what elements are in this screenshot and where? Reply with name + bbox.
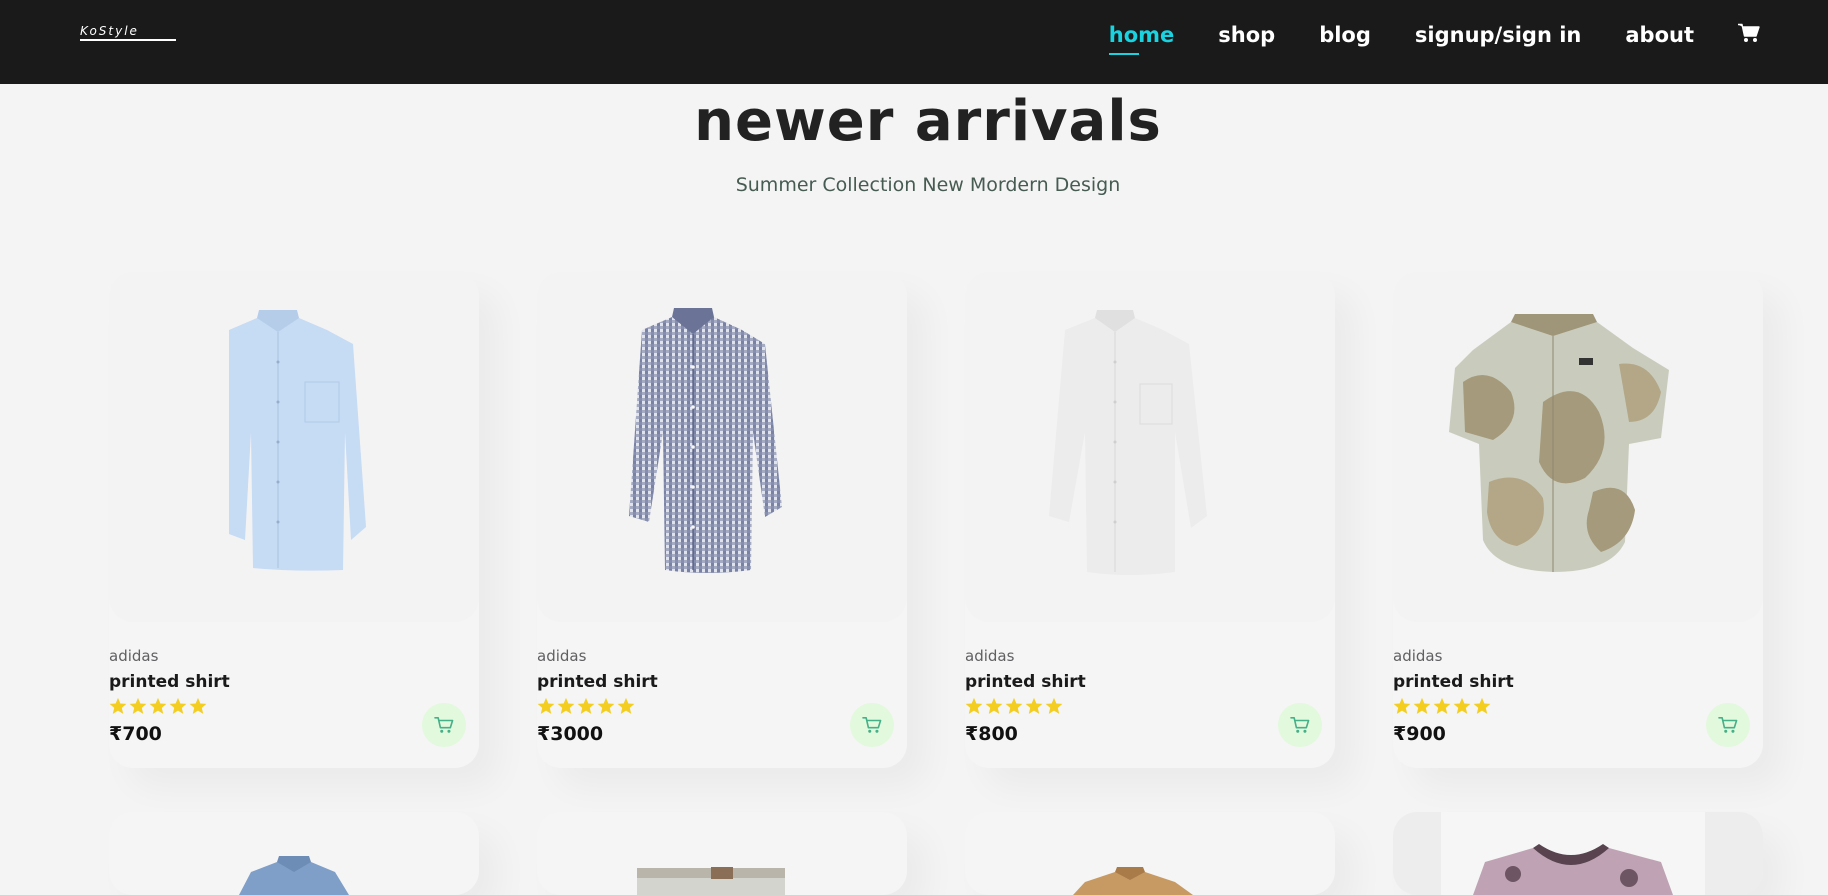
star-icon	[129, 697, 147, 714]
floral-blouse-image	[1393, 812, 1763, 895]
product-brand: adidas	[537, 647, 587, 665]
product-card[interactable]: adidas printed shirt ₹3000	[537, 272, 907, 768]
add-to-cart-button[interactable]	[1706, 703, 1750, 747]
cart-icon	[1718, 716, 1738, 733]
rating-stars	[109, 697, 209, 715]
product-price: ₹900	[1393, 723, 1446, 745]
nav-link-blog[interactable]: blog	[1319, 23, 1371, 47]
navbar: KoStyle home shop blog signup/sign in ab…	[0, 0, 1828, 84]
logo-text: KoStyle	[80, 24, 139, 38]
product-card-partial[interactable]	[965, 812, 1335, 895]
product-card[interactable]: adidas printed shirt ₹800	[965, 272, 1335, 768]
product-card[interactable]: adidas printed shirt ₹900	[1393, 272, 1763, 768]
shopping-cart-icon	[1738, 23, 1760, 42]
product-card-partial[interactable]	[1393, 812, 1763, 895]
nav-menu: home shop blog signup/sign in about	[1109, 0, 1828, 70]
star-icon	[1393, 697, 1411, 714]
product-card[interactable]: adidas printed shirt ₹700	[109, 272, 479, 768]
printed-short-sleeve-shirt-image	[1449, 314, 1669, 572]
add-to-cart-button[interactable]	[1278, 703, 1322, 747]
star-icon	[537, 697, 555, 714]
nav-item-blog: blog	[1319, 23, 1371, 47]
product-name: printed shirt	[537, 672, 658, 692]
add-to-cart-button[interactable]	[422, 703, 466, 747]
star-icon	[1433, 697, 1451, 714]
star-icon	[1025, 697, 1043, 714]
nav-item-shop: shop	[1218, 23, 1275, 47]
star-icon	[617, 697, 635, 714]
star-icon	[1453, 697, 1471, 714]
product-name: printed shirt	[965, 672, 1086, 692]
nav-link-shop[interactable]: shop	[1218, 23, 1275, 47]
rating-stars	[1393, 697, 1493, 715]
product-name: printed shirt	[1393, 672, 1514, 692]
product-name: printed shirt	[109, 672, 230, 692]
denim-shirt-image	[239, 856, 349, 895]
star-icon	[1045, 697, 1063, 714]
cart-icon	[434, 716, 454, 733]
star-icon	[1473, 697, 1491, 714]
product-brand: adidas	[1393, 647, 1443, 665]
light-blue-shirt-image	[229, 310, 366, 571]
star-icon	[189, 697, 207, 714]
logo-underline	[80, 39, 176, 41]
add-to-cart-button[interactable]	[850, 703, 894, 747]
product-brand: adidas	[109, 647, 159, 665]
tan-shirt-image	[1073, 867, 1193, 895]
star-icon	[985, 697, 1003, 714]
nav-item-signup: signup/sign in	[1415, 23, 1581, 47]
product-brand: adidas	[965, 647, 1015, 665]
product-card-partial[interactable]	[537, 812, 907, 895]
nav-link-signup-sign-in[interactable]: signup/sign in	[1415, 23, 1581, 47]
star-icon	[109, 697, 127, 714]
site-logo[interactable]: KoStyle	[80, 24, 176, 41]
cart-icon	[862, 716, 882, 733]
product-image[interactable]	[1393, 272, 1763, 622]
product-image[interactable]	[965, 272, 1335, 622]
nav-item-about: about	[1625, 23, 1694, 47]
cart-link[interactable]	[1738, 23, 1760, 43]
star-icon	[149, 697, 167, 714]
nav-link-home[interactable]: home	[1109, 23, 1175, 47]
product-image[interactable]	[109, 272, 479, 622]
rating-stars	[537, 697, 637, 715]
rating-stars	[965, 697, 1065, 715]
product-card-partial[interactable]	[109, 812, 479, 895]
section-title: newer arrivals	[694, 89, 1162, 154]
star-icon	[557, 697, 575, 714]
white-shirt-image	[1049, 310, 1207, 575]
star-icon	[577, 697, 595, 714]
product-price: ₹700	[109, 723, 162, 745]
product-image[interactable]	[537, 272, 907, 622]
star-icon	[965, 697, 983, 714]
star-icon	[1413, 697, 1431, 714]
cart-icon	[1290, 716, 1310, 733]
trousers-with-belt-image	[637, 867, 785, 895]
nav-link-about[interactable]: about	[1625, 23, 1694, 47]
product-price: ₹3000	[537, 723, 604, 745]
section-subtitle: Summer Collection New Mordern Design	[735, 174, 1121, 196]
nav-item-cart	[1738, 23, 1760, 47]
product-price: ₹800	[965, 723, 1018, 745]
star-icon	[597, 697, 615, 714]
navy-gingham-shirt-image	[629, 308, 782, 573]
star-icon	[169, 697, 187, 714]
star-icon	[1005, 697, 1023, 714]
nav-item-home: home	[1109, 23, 1175, 47]
